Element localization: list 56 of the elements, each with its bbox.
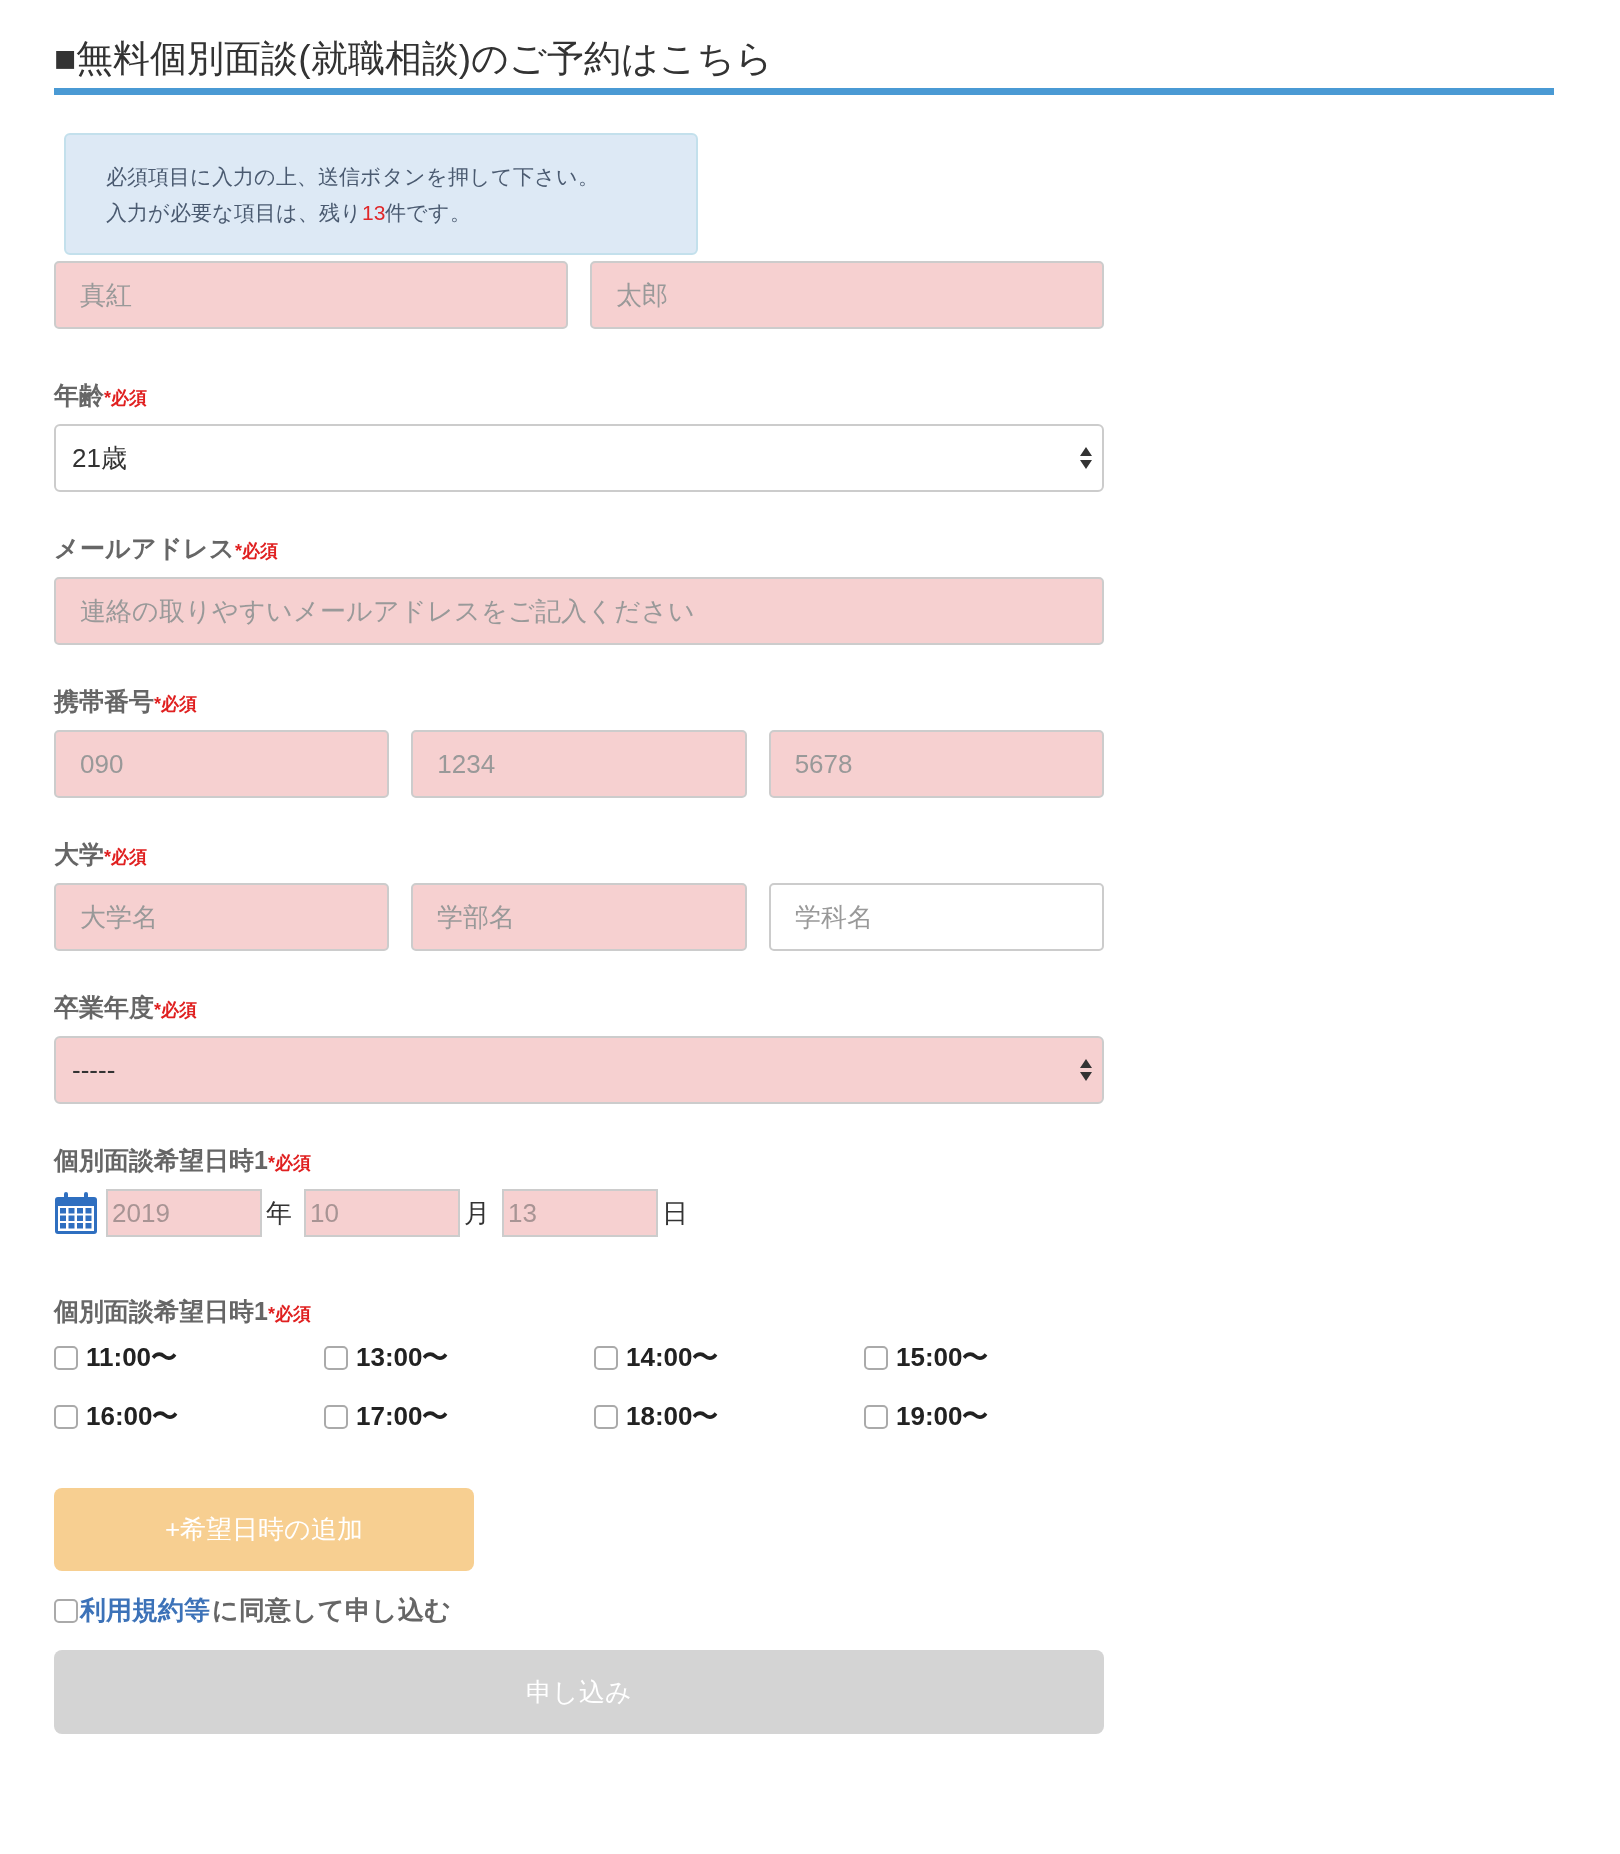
- terms-link[interactable]: 利用規約等: [80, 1593, 210, 1628]
- field-label: 大学: [54, 840, 104, 868]
- field-label: 個別面談希望日時1: [54, 1146, 268, 1174]
- required-mark: *必須: [267, 1153, 311, 1173]
- text-field[interactable]: 真紅: [54, 261, 568, 329]
- checkbox-label[interactable]: 13:00〜: [356, 1340, 449, 1375]
- date-field[interactable]: 13: [502, 1189, 658, 1237]
- checkbox-label[interactable]: 14:00〜: [626, 1340, 719, 1375]
- text-field[interactable]: 学科名: [768, 883, 1104, 951]
- select-field[interactable]: -----: [54, 1036, 1104, 1104]
- section-heading: ■無料個別面談(就職相談)のご予約はこちら: [54, 34, 1554, 95]
- select-field[interactable]: 21歳: [54, 424, 1104, 492]
- required-mark: *必須: [267, 1304, 311, 1324]
- checkbox[interactable]: [54, 1598, 78, 1623]
- text-field[interactable]: 5678: [768, 730, 1104, 798]
- required-mark: *必須: [104, 847, 147, 867]
- date-unit: 月: [464, 1196, 490, 1230]
- calendar-icon[interactable]: [54, 1191, 98, 1235]
- required-mark: *必須: [154, 694, 197, 714]
- checkbox[interactable]: [324, 1345, 348, 1370]
- checkbox-label[interactable]: 19:00〜: [896, 1399, 989, 1434]
- text-field[interactable]: 太郎: [590, 261, 1104, 329]
- notice-text: 必須項目に入力の上、送信ボタンを押して下さい。: [106, 164, 600, 190]
- checkbox[interactable]: [54, 1404, 78, 1429]
- checkbox[interactable]: [594, 1345, 618, 1370]
- text-field[interactable]: 学部名: [411, 883, 747, 951]
- checkbox[interactable]: [864, 1404, 888, 1429]
- select-arrows-icon: [1080, 447, 1092, 469]
- date-field[interactable]: 10: [304, 1189, 460, 1237]
- checkbox-label[interactable]: 17:00〜: [356, 1399, 449, 1434]
- text-field[interactable]: 090: [54, 730, 390, 798]
- date-unit: 年: [266, 1196, 292, 1230]
- date-field[interactable]: 2019: [106, 1189, 262, 1237]
- required-mark: *必須: [154, 1000, 197, 1020]
- checkbox[interactable]: [324, 1404, 348, 1429]
- checkbox-label[interactable]: 16:00〜: [86, 1399, 179, 1434]
- agreement-label[interactable]: に同意して申し込む: [212, 1593, 451, 1628]
- field-label: 年齢: [54, 381, 104, 409]
- checkbox[interactable]: [594, 1404, 618, 1429]
- notice-text: 入力が必要な項目は、残り 13件です。: [106, 200, 473, 226]
- checkbox-label[interactable]: 15:00〜: [896, 1340, 989, 1375]
- checkbox-label[interactable]: 18:00〜: [626, 1399, 719, 1434]
- checkbox[interactable]: [864, 1345, 888, 1370]
- required-mark: *必須: [104, 388, 147, 408]
- text-field[interactable]: 1234: [411, 730, 747, 798]
- checkbox-label[interactable]: 11:00〜: [86, 1340, 178, 1375]
- field-label: 卒業年度: [54, 993, 154, 1021]
- field-label: 個別面談希望日時1: [54, 1297, 268, 1325]
- field-label: 携帯番号: [54, 687, 154, 715]
- field-label: メールアドレス: [54, 534, 235, 562]
- required-mark: *必須: [235, 541, 278, 561]
- text-field[interactable]: 大学名: [54, 883, 390, 951]
- select-arrows-icon: [1080, 1059, 1092, 1081]
- date-unit: 日: [662, 1196, 688, 1230]
- text-field[interactable]: 連絡の取りやすいメールアドレスをご記入ください: [54, 577, 1104, 645]
- checkbox[interactable]: [54, 1345, 78, 1370]
